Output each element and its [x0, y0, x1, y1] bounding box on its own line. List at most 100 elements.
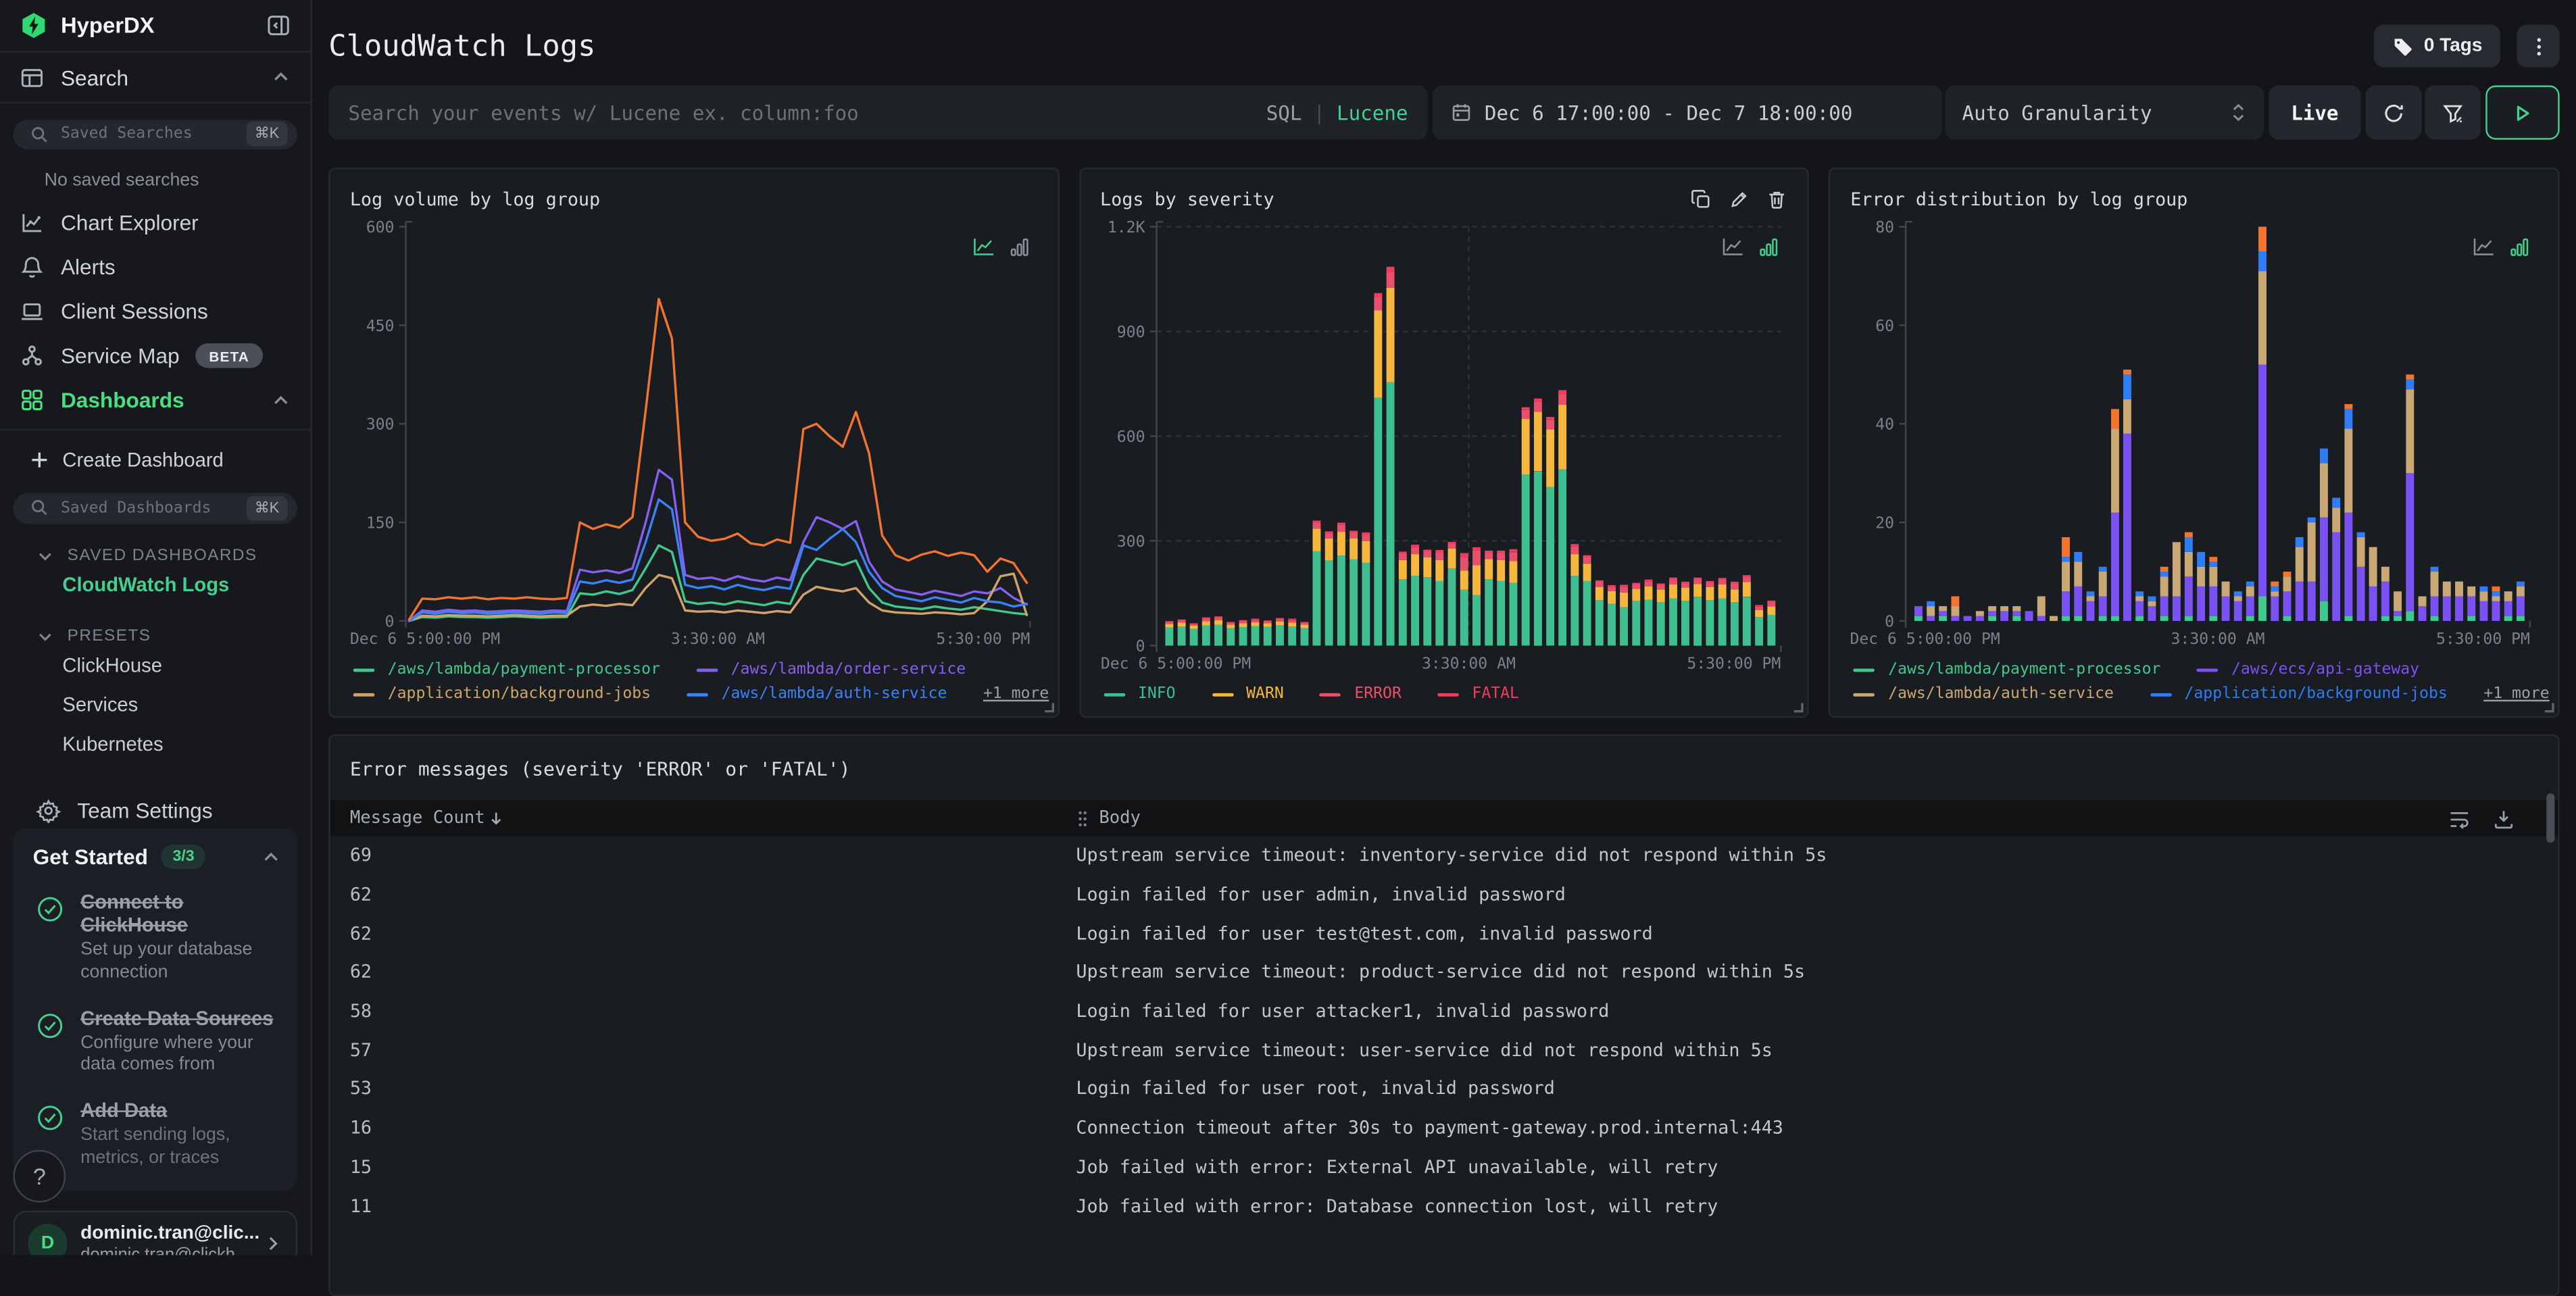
sidebar-item-clickhouse[interactable]: ClickHouse	[0, 645, 310, 684]
chart-explorer-icon	[20, 210, 44, 234]
help-button[interactable]: ?	[13, 1149, 66, 1203]
sidebar-item-client-sessions[interactable]: Client Sessions	[0, 289, 310, 334]
panel-menu-button[interactable]	[2517, 24, 2560, 68]
get-started-item[interactable]: Add Data Start sending logs, metrics, or …	[33, 1099, 281, 1170]
chevron-up-icon[interactable]	[262, 847, 281, 866]
refresh-icon	[2384, 103, 2402, 122]
error-distribution-chart[interactable]: 0 20 40 60 80 Dec 6 5:00:00 PM 3:30:00 AM 5:30:…	[1850, 214, 2538, 649]
bar-view-icon[interactable]	[2508, 236, 2531, 258]
sidebar-item-services[interactable]: Services	[0, 684, 310, 724]
event-search-placeholder: Search your events w/ Lucene ex. column:…	[348, 101, 859, 124]
message-body-cell: Login failed for user test@test.com, inv…	[1076, 922, 1653, 945]
create-dashboard-button[interactable]: Create Dashboard	[0, 444, 310, 477]
table-row[interactable]: 57 Upstream service timeout: user-service…	[330, 1030, 2558, 1070]
sidebar-item-search[interactable]: Search	[0, 53, 311, 103]
download-icon[interactable]	[2492, 807, 2515, 829]
logs-by-severity-chart[interactable]: 0 300 600 900 1.2K Dec 6 5:00:00 PM 3:30:00 AM…	[1100, 214, 1788, 674]
line-view-icon[interactable]	[2473, 236, 2496, 258]
wrap-text-icon[interactable]	[2448, 807, 2471, 829]
table-row[interactable]: 62 Upstream service timeout: product-serv…	[330, 953, 2558, 992]
resize-handle[interactable]	[1793, 701, 1804, 713]
saved-searches-input[interactable]: Saved Searches ⌘K	[13, 119, 298, 150]
get-started-item-title: Connect to ClickHouse	[80, 890, 189, 937]
duplicate-icon[interactable]	[1691, 188, 1712, 209]
sidebar-item-alerts[interactable]: Alerts	[0, 245, 310, 290]
user-menu[interactable]: D dominic.tran@clic... dominic.tran@clic…	[13, 1210, 298, 1255]
line-view-icon[interactable]	[972, 236, 995, 258]
sidebar-item-service-map[interactable]: Service Map BETA	[0, 334, 310, 378]
sidebar-item-label: Dashboards	[60, 388, 184, 413]
event-search-input[interactable]: Search your events w/ Lucene ex. column:…	[328, 85, 1428, 140]
legend-item: /aws/lambda/auth-service	[1854, 685, 2114, 703]
legend-item: ERROR	[1320, 685, 1402, 703]
avatar: D	[28, 1224, 68, 1255]
legend-more-link[interactable]: +1 more	[2483, 685, 2549, 703]
message-body-cell: Job failed with error: Database connecti…	[1076, 1195, 1718, 1217]
message-count-cell: 62	[349, 884, 372, 905]
plus-icon	[32, 453, 47, 468]
live-button[interactable]: Live	[2269, 85, 2361, 140]
chevron-up-icon[interactable]	[271, 68, 291, 87]
panel-error-distribution: Error distribution by log group 0 20 40 60 8…	[1829, 167, 2560, 718]
sidebar-item-dashboards[interactable]: Dashboards	[0, 378, 310, 422]
granularity-select[interactable]: Auto Granularity	[1946, 85, 2264, 140]
hyperdx-logo-icon	[20, 12, 47, 40]
calendar-icon	[1452, 104, 1470, 121]
saved-dashboards-input[interactable]: Saved Dashboards ⌘K	[13, 493, 298, 524]
legend-item: /application/background-jobs	[353, 685, 651, 703]
sidebar-collapse-icon[interactable]	[266, 14, 291, 38]
mode-sql[interactable]: SQL	[1266, 101, 1302, 124]
sidebar-item-kubernetes[interactable]: Kubernetes	[0, 724, 310, 763]
run-query-button[interactable]	[2485, 85, 2560, 140]
mode-lucene[interactable]: Lucene	[1337, 101, 1408, 124]
sidebar-item-chart-explorer[interactable]: Chart Explorer	[0, 201, 310, 245]
refresh-button[interactable]	[2364, 85, 2421, 140]
table-row[interactable]: 62 Login failed for user admin, invalid p…	[330, 875, 2558, 914]
table-row[interactable]: 69 Upstream service timeout: inventory-se…	[330, 836, 2558, 875]
table-row[interactable]: 16 Connection timeout after 30s to paymen…	[330, 1109, 2558, 1148]
search-icon	[30, 498, 49, 518]
message-body-cell: Job failed with error: External API unav…	[1076, 1156, 1718, 1178]
section-saved-dashboards[interactable]: SAVED DASHBOARDS	[36, 546, 310, 564]
column-header-message-count[interactable]: Message Count	[350, 808, 1076, 828]
column-header-body[interactable]: Body	[1076, 808, 2448, 828]
bar-view-icon[interactable]	[1758, 236, 1781, 258]
legend-more-link[interactable]: +1 more	[983, 685, 1049, 703]
table-scrollbar[interactable]	[2546, 793, 2555, 843]
chevron-down-icon	[39, 552, 51, 560]
delete-icon[interactable]	[1766, 188, 1788, 209]
resize-handle[interactable]	[1043, 701, 1054, 713]
get-started-item[interactable]: Create Data Sources Configure where your …	[33, 1006, 281, 1078]
sidebar-item-team-settings[interactable]: Team Settings	[0, 793, 310, 828]
play-icon	[2517, 105, 2530, 120]
bar-view-icon[interactable]	[1008, 236, 1031, 258]
resize-handle[interactable]	[2543, 701, 2554, 713]
get-started-item[interactable]: Connect to ClickHouse Set up your databas…	[33, 891, 281, 985]
table-row[interactable]: 11 Job failed with error: Database connec…	[330, 1187, 2558, 1226]
time-range-picker[interactable]: Dec 6 17:00:00 - Dec 7 18:00:00	[1432, 85, 1941, 140]
user-email: dominic.tran@clickh...	[80, 1245, 263, 1255]
svg-text:300: 300	[366, 416, 395, 434]
time-range-value: Dec 6 17:00:00 - Dec 7 18:00:00	[1484, 101, 1853, 124]
section-label: SAVED DASHBOARDS	[67, 546, 257, 565]
edit-icon[interactable]	[1729, 188, 1750, 209]
message-count-cell: 16	[349, 1117, 372, 1139]
filter-button[interactable]	[2425, 85, 2481, 140]
svg-text:Dec 6 5:00:00 PM: Dec 6 5:00:00 PM	[1100, 655, 1250, 672]
section-presets[interactable]: PRESETS	[36, 627, 310, 645]
chevron-up-icon[interactable]	[271, 391, 291, 410]
sidebar-item-cloudwatch-logs[interactable]: CloudWatch Logs	[0, 564, 310, 603]
panel-title: Logs by severity	[1100, 188, 1274, 209]
table-row[interactable]: 15 Job failed with error: External API un…	[330, 1147, 2558, 1187]
table-row[interactable]: 62 Login failed for user test@test.com, i…	[330, 914, 2558, 953]
sidebar-item-label: Client Sessions	[60, 299, 208, 324]
legend-item: /application/background-jobs	[2150, 685, 2448, 703]
tags-button[interactable]: 0 Tags	[2374, 24, 2501, 68]
table-row[interactable]: 58 Login failed for user attacker1, inval…	[330, 992, 2558, 1031]
message-count-cell: 11	[349, 1195, 372, 1217]
line-view-icon[interactable]	[1723, 236, 1745, 258]
drag-handle-icon[interactable]	[1076, 809, 1089, 827]
log-volume-chart[interactable]: 0 150 300 450 600 Dec 6 5:00:00 PM 3:30:00 AM 5…	[350, 214, 1038, 649]
create-dashboard-label: Create Dashboard	[62, 448, 224, 472]
table-row[interactable]: 53 Login failed for user root, invalid pa…	[330, 1070, 2558, 1109]
